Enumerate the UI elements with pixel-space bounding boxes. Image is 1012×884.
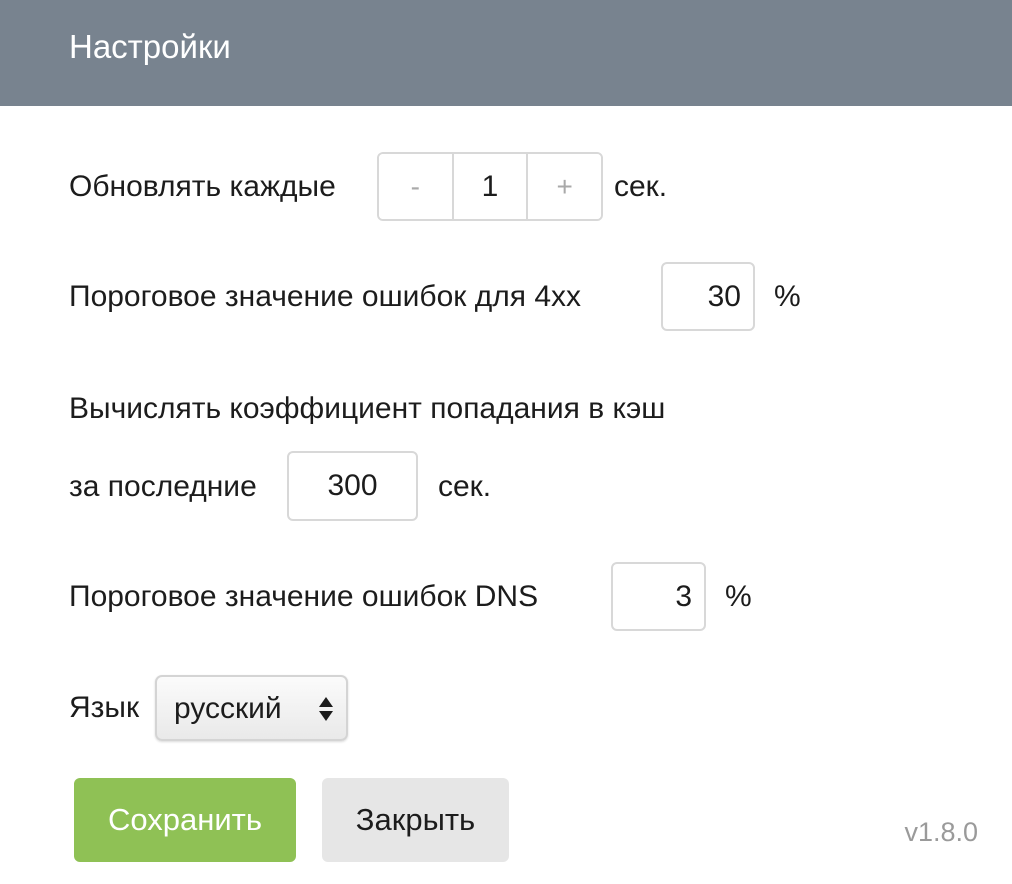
language-selected: русский [174, 692, 282, 725]
increment-button[interactable]: + [528, 154, 601, 219]
dns-label: Пороговое значение ошибок DNS [69, 580, 539, 613]
refresh-unit: сек. [614, 170, 668, 203]
version-label: v1.8.0 [904, 817, 978, 847]
refresh-stepper: - 1 + [377, 152, 603, 221]
select-arrows-icon [319, 697, 333, 721]
cache-label-line1: Вычислять коэффициент попадания в кэш [69, 392, 666, 425]
dns-unit: % [725, 580, 752, 613]
language-label: Язык [69, 691, 140, 724]
cache-unit: сек. [438, 470, 492, 503]
settings-header: Настройки [0, 0, 1012, 106]
language-select[interactable]: русский [155, 675, 348, 741]
save-button[interactable]: Сохранить [74, 778, 296, 862]
decrement-button[interactable]: - [379, 154, 452, 219]
cache-input[interactable] [287, 451, 418, 521]
error4xx-input[interactable] [661, 262, 755, 331]
refresh-value[interactable]: 1 [451, 154, 529, 219]
cache-label-line2: за последние [69, 470, 257, 503]
page-title: Настройки [69, 28, 231, 65]
error4xx-label: Пороговое значение ошибок для 4xx [69, 280, 582, 313]
refresh-label: Обновлять каждые [69, 170, 336, 203]
close-button[interactable]: Закрыть [322, 778, 509, 862]
dns-input[interactable] [611, 562, 706, 631]
error4xx-unit: % [774, 280, 801, 313]
